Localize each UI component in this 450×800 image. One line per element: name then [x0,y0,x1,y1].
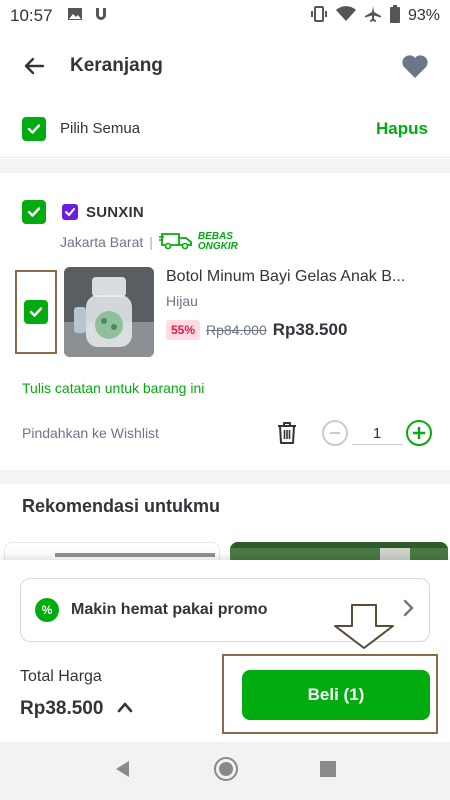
location-separator: | [149,233,153,250]
nav-recents-icon[interactable] [319,760,337,783]
shop-name[interactable]: SUNXIN [86,204,144,221]
discount-badge: 55% [166,320,201,340]
total-price-label: Total Harga [20,668,102,685]
back-arrow-icon[interactable] [20,52,48,80]
select-all-label: Pilih Semua [60,120,141,137]
chevron-right-icon [403,599,415,622]
wishlist-heart-icon[interactable] [400,51,430,81]
system-nav-bar [0,742,450,800]
select-all-row: Pilih Semua Hapus [0,100,450,158]
app-bar: Keranjang [0,32,450,100]
select-all-checkbox[interactable] [22,116,46,141]
nav-back-icon[interactable] [113,759,133,784]
free-shipping-badge: BEBAS ONGKIR [158,230,238,253]
product-actions-row: Pindahkan ke Wishlist 1 [22,418,432,448]
shop-checkbox[interactable] [22,200,46,224]
promo-label: Makin hemat pakai promo [71,601,268,618]
official-store-badge-icon [62,204,78,220]
truck-icon [158,230,195,253]
product-checkbox[interactable] [24,300,48,324]
decrease-quantity-button[interactable] [322,420,348,446]
buy-button[interactable]: Beli (1) [242,670,430,720]
free-shipping-text-2: ONGKIR [197,240,238,252]
page-title: Keranjang [70,55,163,76]
increase-quantity-button[interactable] [406,420,432,446]
move-to-wishlist-link[interactable]: Pindahkan ke Wishlist [22,425,159,441]
battery-percent: 93% [407,7,440,24]
status-time: 10:57 [10,6,53,25]
total-price-value: Rp38.500 [20,698,104,719]
delete-button[interactable]: Hapus [376,119,428,139]
quantity-input[interactable]: 1 [352,425,402,445]
shop-header: SUNXIN [22,200,144,224]
nav-home-icon[interactable] [213,756,239,787]
trash-icon[interactable] [274,419,300,447]
shop-card: SUNXIN Jakarta Barat | BEBAS ONGKIR Boto… [0,178,450,470]
promo-percent-icon: % [35,598,59,622]
product-variant: Hijau [166,293,198,309]
app-notification-icon [93,6,109,27]
write-note-link[interactable]: Tulis catatan untuk barang ini [22,380,204,396]
recommendations-title: Rekomendasi untukmu [22,496,221,516]
product-name[interactable]: Botol Minum Bayi Gelas Anak B... [166,268,431,286]
total-price-row[interactable]: Rp38.500 [20,698,133,720]
airplane-icon [364,5,382,28]
image-notification-icon [67,6,83,27]
price-row: 55% Rp84.000 Rp38.500 [166,320,347,340]
original-price: Rp84.000 [206,322,267,338]
free-shipping-text-1: BEBAS [197,230,233,242]
shop-location-row: Jakarta Barat | BEBAS ONGKIR [60,230,238,253]
section-divider [0,159,450,173]
product-image[interactable] [64,267,154,357]
battery-icon [389,4,400,28]
shop-location: Jakarta Barat [60,233,144,250]
wifi-icon [335,5,356,27]
vibrate-icon [310,5,328,27]
section-divider [0,470,450,484]
chevron-up-icon[interactable] [117,700,133,718]
status-bar: 10:57 93% [0,0,450,32]
annotation-arrow-icon [333,604,395,655]
product-checkbox-highlight [15,270,57,354]
discounted-price: Rp38.500 [272,320,348,339]
